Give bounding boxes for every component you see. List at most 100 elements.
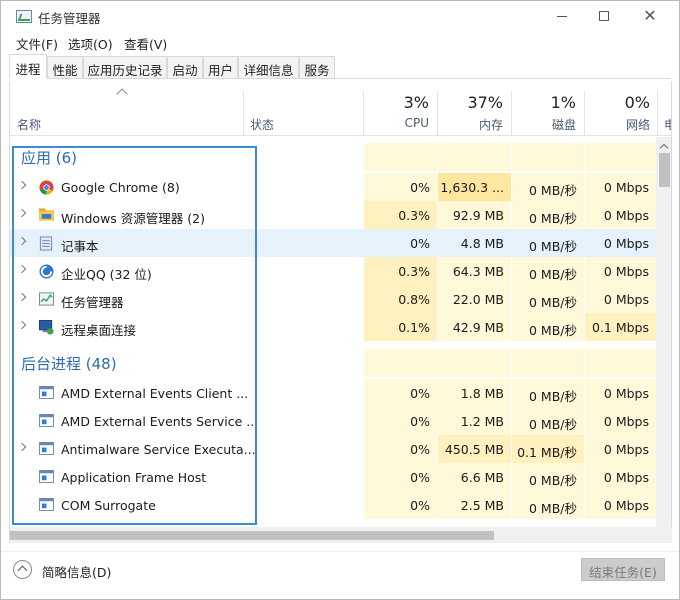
- memory-value: 450.5 MB: [444, 442, 504, 457]
- column-name[interactable]: 名称: [10, 81, 243, 136]
- process-row[interactable]: 0% 2.5 MB 0 MB/秒 0 Mbps COM Surrogate: [10, 491, 656, 519]
- disk-value: 0 MB/秒: [529, 267, 577, 282]
- column-disk[interactable]: 1% 磁盘: [512, 81, 584, 136]
- heat-cell: [438, 349, 511, 377]
- column-status[interactable]: 状态: [244, 81, 363, 136]
- process-row[interactable]: 0% 450.5 MB 0.1 MB/秒 0 Mbps Antimalware Serv…: [10, 435, 656, 463]
- process-row[interactable]: 0% 1.8 MB 0 MB/秒 0 Mbps AMD External Events …: [10, 379, 656, 407]
- heat-cell: [364, 349, 437, 377]
- menu-view[interactable]: 查看(V): [124, 34, 167, 53]
- cell-network: 0 Mbps: [585, 257, 656, 285]
- process-row[interactable]: 0% 1,630.3 ... 0 MB/秒 0 Mbps Google Chrome (…: [10, 173, 656, 201]
- tab-details[interactable]: 详细信息: [238, 56, 299, 79]
- tab-processes[interactable]: 进程: [9, 54, 47, 79]
- menu-bar: 文件(F) 选项(O) 查看(V): [1, 31, 679, 53]
- menu-options[interactable]: 选项(O): [68, 34, 113, 53]
- process-row[interactable]: 0.8% 22.0 MB 0 MB/秒 0 Mbps 任务管理器: [10, 285, 656, 313]
- maximize-button[interactable]: [581, 1, 627, 31]
- notepad-icon: [39, 236, 54, 251]
- menu-file[interactable]: 文件(F): [16, 34, 58, 53]
- tab-services[interactable]: 服务: [299, 56, 335, 79]
- heat-cell: [438, 143, 511, 171]
- memory-value: 42.9 MB: [452, 320, 504, 335]
- heat-cell: [364, 143, 437, 171]
- column-network[interactable]: 0% 网络: [585, 81, 658, 136]
- cpu-value: 0%: [410, 414, 430, 429]
- process-row[interactable]: 0% 1.2 MB 0 MB/秒 0 Mbps AMD External Events …: [10, 407, 656, 435]
- chevron-right-icon[interactable]: [17, 180, 27, 190]
- group-title: 应用 (6): [21, 149, 78, 167]
- close-icon: ✕: [643, 6, 657, 25]
- cell-memory: 64.3 MB: [438, 257, 511, 285]
- tab-users[interactable]: 用户: [203, 56, 238, 79]
- process-row[interactable]: 0.3% 64.3 MB 0 MB/秒 0 Mbps 企业QQ (32 位): [10, 257, 656, 285]
- tab-performance[interactable]: 性能: [47, 56, 83, 79]
- cell-network: 0.1 Mbps: [585, 313, 656, 341]
- minimize-icon: [557, 15, 567, 17]
- process-name: AMD External Events Client ...: [61, 386, 249, 401]
- title-bar[interactable]: 任务管理器 ✕: [1, 1, 679, 31]
- chevron-right-icon[interactable]: [17, 442, 27, 452]
- fewer-details-link[interactable]: 简略信息(D): [42, 562, 111, 581]
- scroll-up-icon[interactable]: [659, 143, 669, 153]
- process-name: Antimalware Service Executa...: [61, 442, 256, 457]
- tab-app-history[interactable]: 应用历史记录: [83, 56, 167, 79]
- cpu-value: 0%: [410, 498, 430, 513]
- process-row[interactable]: 0% 6.6 MB 0 MB/秒 0 Mbps Application Frame Ho…: [10, 463, 656, 491]
- network-value: 0 Mbps: [603, 414, 649, 429]
- service-icon: [39, 386, 54, 400]
- cell-memory: 1,630.3 ...: [438, 173, 511, 201]
- end-task-button[interactable]: 结束任务(E): [581, 558, 665, 581]
- memory-value: 64.3 MB: [452, 264, 504, 279]
- task-manager-icon: [16, 10, 32, 23]
- cell-cpu: 0.8%: [364, 285, 437, 313]
- explorer-icon: [39, 208, 54, 222]
- process-name: COM Surrogate: [61, 498, 156, 513]
- cell-memory: 22.0 MB: [438, 285, 511, 313]
- memory-value: 1.2 MB: [460, 414, 504, 429]
- vertical-scroll-thumb[interactable]: [659, 153, 670, 187]
- column-power[interactable]: 电: [658, 81, 671, 136]
- task-manager-window: 任务管理器 ✕ 文件(F) 选项(O) 查看(V) 进程 性能 应用历史记录 启…: [0, 0, 680, 600]
- cell-network: 0 Mbps: [585, 201, 656, 229]
- network-value: 0 Mbps: [603, 498, 649, 513]
- cpu-value: 0%: [410, 236, 430, 251]
- network-value: 0 Mbps: [603, 180, 649, 195]
- process-row[interactable]: 0.1% 42.9 MB 0 MB/秒 0.1 Mbps 远程桌面连接: [10, 313, 656, 341]
- cell-disk: 0 MB/秒: [512, 173, 584, 201]
- cell-cpu: 0.3%: [364, 201, 437, 229]
- horizontal-scrollbar[interactable]: [9, 527, 654, 543]
- cell-disk: 0 MB/秒: [512, 407, 584, 435]
- chevron-right-icon[interactable]: [17, 264, 27, 274]
- chevron-right-icon[interactable]: [17, 320, 27, 330]
- disk-value: 0 MB/秒: [529, 211, 577, 226]
- disk-value: 0 MB/秒: [529, 295, 577, 310]
- cell-cpu: 0%: [364, 379, 437, 407]
- tab-startup[interactable]: 启动: [167, 56, 203, 79]
- cell-disk: 0.1 MB/秒: [512, 435, 584, 463]
- chevron-right-icon[interactable]: [17, 208, 27, 218]
- disk-value: 0 MB/秒: [529, 417, 577, 432]
- cell-network: 0 Mbps: [585, 229, 656, 257]
- heat-cell: [585, 349, 656, 377]
- process-row[interactable]: 0.3% 92.9 MB 0 MB/秒 0 Mbps Windows 资源管理器 (2): [10, 201, 656, 229]
- scrollbar-corner: [654, 527, 672, 543]
- close-button[interactable]: ✕: [627, 1, 673, 31]
- heat-cell: [512, 143, 584, 171]
- chevron-right-icon[interactable]: [17, 236, 27, 246]
- column-memory[interactable]: 37% 内存: [438, 81, 511, 136]
- column-cpu[interactable]: 3% CPU: [364, 81, 437, 136]
- network-value: 0 Mbps: [603, 470, 649, 485]
- window-title: 任务管理器: [38, 11, 101, 26]
- vertical-scrollbar[interactable]: [656, 137, 671, 542]
- cell-memory: 450.5 MB: [438, 435, 511, 463]
- horizontal-scroll-thumb[interactable]: [10, 531, 494, 540]
- maximize-icon: [599, 11, 609, 21]
- network-value: 0 Mbps: [603, 236, 649, 251]
- chevron-right-icon[interactable]: [17, 292, 27, 302]
- group-header: 应用 (6): [10, 143, 656, 171]
- chevron-up-icon[interactable]: [13, 560, 32, 579]
- cell-cpu: 0.1%: [364, 313, 437, 341]
- process-row[interactable]: 0% 4.8 MB 0 MB/秒 0 Mbps 记事本: [10, 229, 656, 257]
- minimize-button[interactable]: [539, 1, 585, 31]
